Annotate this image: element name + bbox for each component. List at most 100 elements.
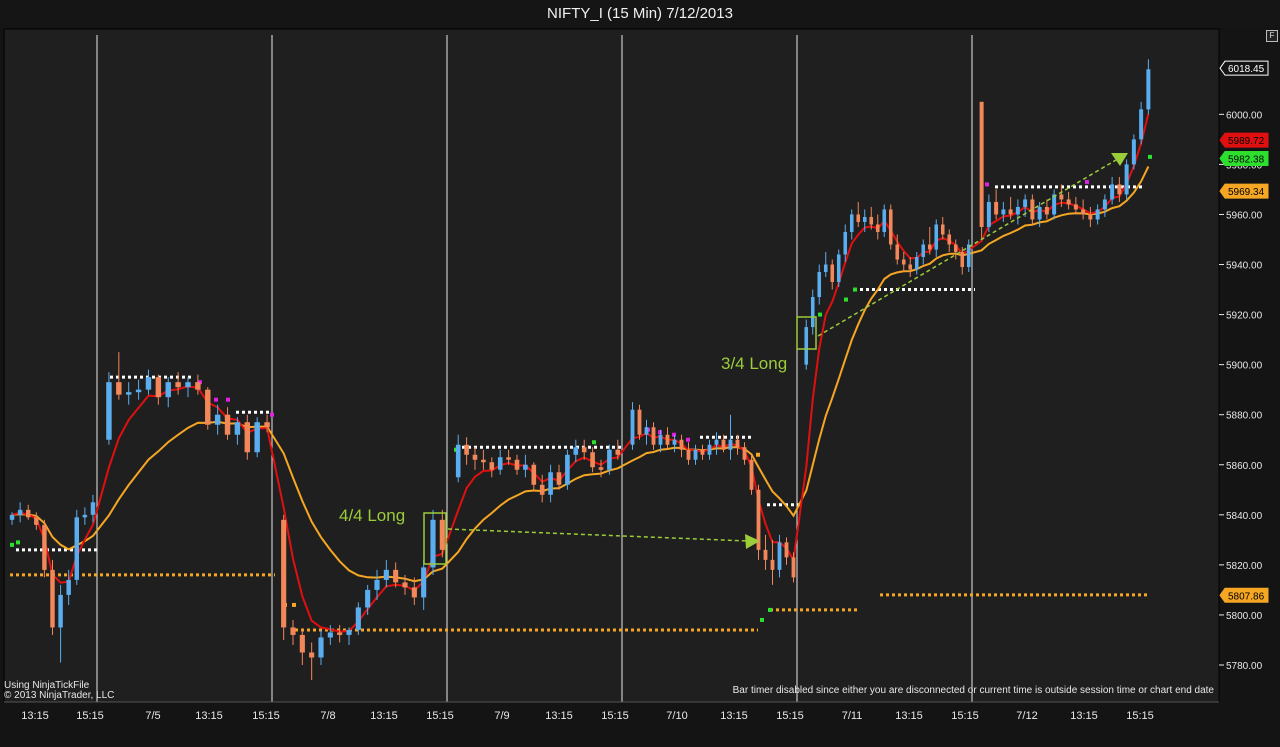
x-time-label-4-1: 15:15 — [776, 710, 804, 722]
x-date-label-1: 7/5 — [145, 710, 160, 722]
candle-body-78 — [714, 439, 719, 445]
candle-body-26 — [254, 422, 260, 453]
x-time-label-2-1: 15:15 — [426, 710, 454, 722]
candle-body-103 — [888, 209, 893, 245]
y-tick-label-11: 6000.00 — [1226, 110, 1263, 121]
candle-body-133 — [1102, 199, 1107, 210]
trail-dot-14 — [756, 452, 760, 457]
trail-dot-18 — [844, 297, 848, 302]
x-date-label-2: 7/8 — [320, 710, 335, 722]
candle-body-74 — [686, 449, 691, 460]
candle-body-51 — [497, 457, 503, 470]
candle-body-136 — [1124, 164, 1129, 195]
chart-canvas[interactable]: 4/4 Long 3/4 Long 5780.00 5800.00 5820.00 584… — [0, 0, 1280, 747]
y-tick-label-4: 5860.00 — [1226, 461, 1263, 472]
candle-body-102 — [882, 209, 887, 232]
candle-body-47 — [464, 444, 469, 455]
candle-body-38 — [374, 579, 380, 590]
candle-body-25 — [244, 422, 251, 453]
candle-body-57 — [548, 472, 553, 495]
candle-body-14 — [135, 389, 142, 393]
plot-area — [3, 28, 1220, 703]
candle-body-18 — [175, 382, 181, 388]
candle-body-104 — [895, 244, 900, 260]
candle-body-35 — [346, 629, 352, 635]
candle-body-116 — [979, 101, 984, 227]
x-time-label-5-0: 13:15 — [895, 710, 923, 722]
candle-body-88 — [784, 542, 789, 558]
candle-body-19 — [185, 382, 191, 388]
candle-body-122 — [1023, 199, 1028, 207]
candle-body-71 — [665, 434, 670, 445]
candle-body-7 — [66, 579, 71, 595]
trail-dot-7 — [292, 602, 296, 607]
candle-body-59 — [565, 454, 570, 485]
x-time-label-0-0: 13:15 — [21, 710, 49, 722]
trail-dot-17 — [818, 312, 822, 317]
y-tick-label-7: 5920.00 — [1226, 311, 1263, 322]
x-time-label-6-0: 13:15 — [1070, 710, 1098, 722]
candle-body-94 — [830, 264, 835, 283]
candle-body-91 — [810, 297, 815, 328]
candle-body-29 — [290, 627, 296, 635]
candle-body-40 — [393, 569, 399, 583]
candle-body-85 — [763, 549, 768, 560]
candle-body-137 — [1131, 139, 1136, 165]
price-marker-label-1: 5989.72 — [1228, 136, 1265, 147]
candle-body-132 — [1095, 209, 1100, 220]
trail-dot-15 — [760, 617, 764, 622]
candle-body-115 — [966, 244, 971, 268]
candle-body-61 — [581, 447, 587, 453]
candle-body-12 — [116, 382, 122, 395]
candle-body-39 — [383, 569, 389, 580]
candle-body-107 — [914, 257, 919, 270]
candle-body-120 — [1008, 209, 1013, 215]
candle-body-93 — [823, 264, 828, 273]
candle-body-75 — [693, 449, 698, 460]
bar-timer-message: Bar timer disabled since either you are … — [732, 685, 1214, 696]
candle-body-81 — [735, 439, 740, 448]
trail-dot-9 — [592, 440, 596, 445]
y-tick-label-6: 5900.00 — [1226, 361, 1263, 372]
candle-body-87 — [777, 542, 782, 570]
x-time-label-0-1: 15:15 — [76, 710, 104, 722]
annotation-label-4-4: 4/4 Long — [339, 506, 405, 525]
candle-body-92 — [817, 272, 822, 298]
trail-dot-5 — [270, 412, 274, 417]
candle-body-111 — [940, 224, 945, 235]
candle-body-15 — [145, 377, 152, 390]
candle-body-109 — [927, 244, 932, 250]
candle-body-1 — [17, 509, 23, 515]
candle-body-135 — [1117, 184, 1122, 195]
x-time-label-3-0: 13:15 — [545, 710, 573, 722]
candle-body-10 — [90, 502, 96, 515]
candle-body-125 — [1044, 206, 1049, 215]
candle-body-110 — [934, 224, 939, 250]
candle-body-128 — [1066, 199, 1071, 205]
candle-body-121 — [1015, 206, 1020, 215]
candle-body-32 — [318, 637, 324, 658]
price-marker-label-3: 5969.34 — [1228, 187, 1265, 198]
candle-body-13 — [125, 392, 132, 395]
trail-dot-0 — [10, 542, 14, 547]
candle-body-117 — [986, 201, 991, 227]
x-date-label-4: 7/10 — [666, 710, 687, 722]
candle-body-41 — [402, 582, 408, 588]
candle-body-36 — [355, 607, 361, 630]
candle-body-58 — [556, 472, 562, 485]
x-time-label-1-0: 13:15 — [195, 710, 223, 722]
candle-body-64 — [607, 449, 612, 470]
candle-body-54 — [523, 464, 528, 470]
x-time-label-5-1: 15:15 — [951, 710, 979, 722]
x-date-label-5: 7/11 — [842, 710, 863, 722]
trail-dot-20 — [985, 182, 989, 187]
candle-body-65 — [615, 449, 621, 455]
candle-body-11 — [106, 382, 112, 440]
candle-body-138 — [1139, 109, 1144, 140]
candle-body-105 — [901, 259, 906, 265]
candle-body-67 — [637, 409, 642, 435]
candle-body-23 — [224, 414, 231, 435]
candle-body-129 — [1073, 204, 1078, 210]
candle-body-28 — [281, 519, 287, 628]
trail-dot-13 — [686, 437, 690, 442]
